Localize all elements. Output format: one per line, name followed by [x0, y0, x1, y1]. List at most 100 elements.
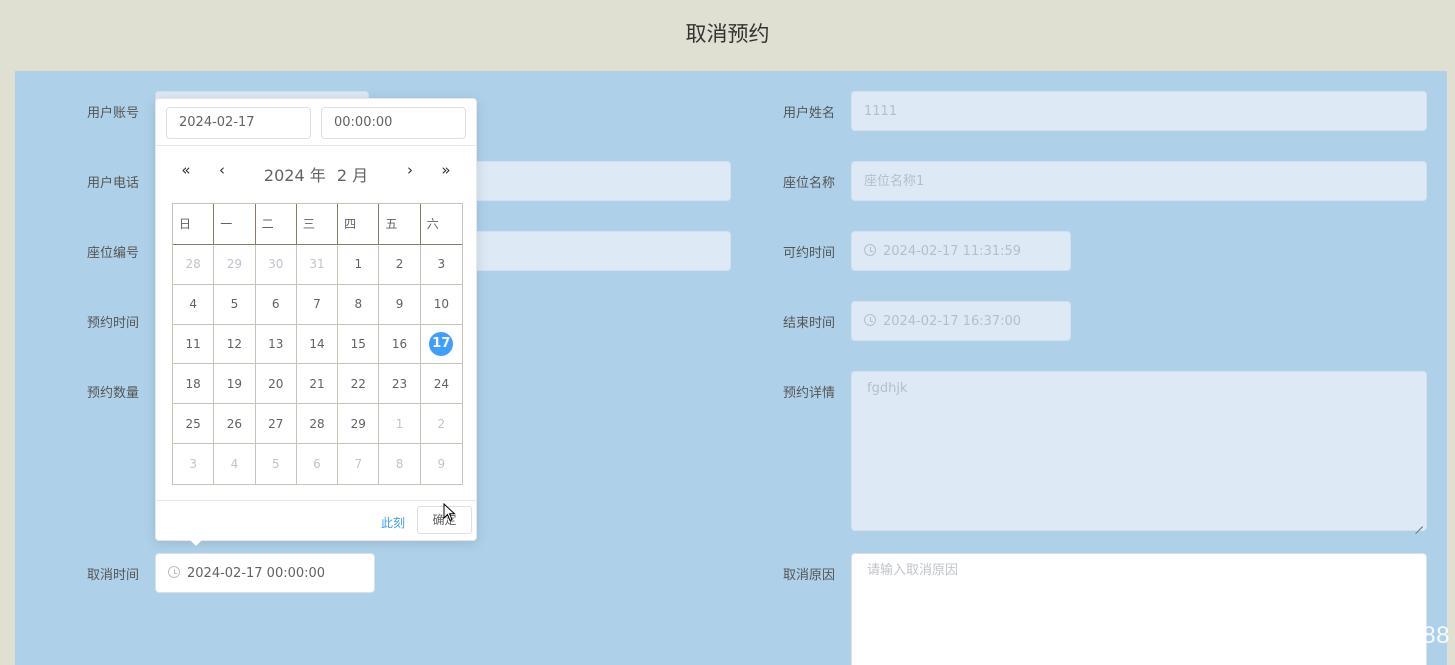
available-time-field[interactable]: 2024-02-17 11:31:59 — [851, 231, 1071, 271]
day-cell[interactable]: 13 — [255, 324, 297, 365]
clock-icon — [864, 244, 876, 256]
day-number: 15 — [350, 337, 366, 352]
now-button[interactable]: 此刻 — [381, 514, 405, 531]
next-year-icon[interactable]: » — [438, 161, 454, 179]
page-title: 取消预约 — [685, 22, 770, 46]
reserve-details-label: 预约详情 — [783, 386, 836, 401]
day-number: 24 — [433, 376, 449, 391]
cancel-time-input[interactable]: 2024-02-17 00:00:00 — [155, 553, 375, 593]
seat-name-field[interactable]: 座位名称1 — [851, 161, 1427, 201]
datetime-picker-popover: 2024-02-17 00:00:00 « ‹ 2024 年 2 月 › » 日… — [155, 98, 477, 541]
end-time-label: 结束时间 — [783, 316, 836, 331]
clock-icon — [864, 314, 876, 326]
user-account-label: 用户账号 — [87, 106, 140, 121]
day-cell[interactable]: 25 — [173, 404, 215, 445]
day-cell[interactable]: 7 — [338, 444, 380, 484]
user-phone-label: 用户电话 — [87, 176, 140, 191]
end-time-field[interactable]: 2024-02-17 16:37:00 — [851, 301, 1071, 341]
day-cell[interactable]: 1 — [338, 245, 380, 285]
picker-date-input[interactable]: 2024-02-17 — [166, 107, 311, 139]
mouse-cursor-icon — [443, 503, 456, 522]
next-month-icon[interactable]: › — [402, 161, 418, 179]
user-name-value: 1111 — [864, 104, 898, 119]
day-cell[interactable]: 29 — [338, 404, 380, 445]
clock-icon — [168, 566, 180, 578]
day-cell[interactable]: 24 — [420, 364, 462, 405]
day-cell[interactable]: 4 — [173, 284, 215, 325]
day-cell[interactable]: 28 — [173, 245, 215, 285]
day-number: 7 — [354, 457, 363, 472]
day-cell[interactable]: 21 — [296, 364, 339, 405]
day-cell[interactable]: 5 — [256, 444, 297, 484]
user-name-field[interactable]: 1111 — [851, 91, 1427, 131]
day-number: 3 — [437, 257, 446, 272]
picker-month-label[interactable]: 2 月 — [337, 166, 368, 185]
day-cell[interactable]: 29 — [214, 245, 256, 285]
weekday-header: 二 — [255, 204, 297, 245]
day-number: 17 — [429, 332, 454, 357]
day-cell[interactable]: 5 — [214, 284, 256, 325]
day-number: 8 — [395, 457, 404, 472]
day-cell[interactable]: 6 — [255, 284, 297, 325]
day-number: 11 — [185, 337, 201, 352]
seat-name-label: 座位名称 — [783, 176, 836, 191]
day-number: 6 — [313, 457, 321, 472]
day-cell[interactable]: 6 — [297, 444, 339, 484]
day-number: 30 — [268, 257, 284, 272]
day-cell[interactable]: 12 — [214, 324, 256, 365]
weekday-header: 四 — [338, 204, 380, 245]
selected-day-cell[interactable]: 17 — [420, 325, 462, 365]
day-cell[interactable]: 3 — [420, 245, 462, 285]
day-number: 10 — [433, 297, 449, 312]
day-number: 20 — [268, 376, 284, 391]
day-number: 28 — [309, 416, 325, 431]
day-cell[interactable]: 30 — [255, 245, 297, 285]
day-cell[interactable]: 26 — [214, 404, 256, 445]
day-cell[interactable]: 27 — [255, 404, 297, 445]
day-cell[interactable]: 28 — [296, 404, 339, 445]
day-cell[interactable]: 2 — [420, 404, 462, 445]
end-time-value: 2024-02-17 16:37:00 — [883, 314, 1022, 329]
day-cell[interactable]: 3 — [173, 444, 215, 484]
day-cell[interactable]: 31 — [296, 245, 339, 285]
day-cell[interactable]: 9 — [421, 444, 462, 484]
day-cell[interactable]: 2 — [379, 245, 421, 285]
day-cell[interactable]: 18 — [173, 364, 215, 405]
day-number: 2 — [395, 257, 404, 272]
day-cell[interactable]: 11 — [173, 324, 215, 365]
weekday-header: 一 — [214, 204, 256, 245]
day-cell[interactable]: 14 — [296, 324, 339, 365]
day-cell[interactable]: 20 — [255, 364, 297, 405]
day-number: 31 — [309, 257, 325, 272]
day-cell[interactable]: 8 — [338, 284, 380, 325]
weekday-header: 日 — [173, 204, 215, 245]
day-cell[interactable]: 15 — [338, 324, 380, 365]
watermark: CSDN @vx_CXKF10088 — [1173, 622, 1450, 649]
weekday-header: 六 — [420, 204, 462, 245]
day-number: 3 — [189, 457, 197, 472]
day-cell[interactable]: 9 — [379, 284, 421, 325]
day-cell[interactable]: 10 — [420, 285, 462, 325]
picker-time-input[interactable]: 00:00:00 — [321, 107, 466, 139]
resize-handle-icon[interactable] — [1413, 517, 1423, 527]
day-cell[interactable]: 22 — [338, 364, 380, 405]
day-number: 18 — [185, 376, 201, 391]
seat-name-value: 座位名称1 — [864, 174, 925, 189]
day-cell[interactable]: 1 — [379, 404, 421, 445]
day-cell[interactable]: 23 — [379, 364, 421, 405]
day-number: 19 — [226, 376, 243, 391]
picker-year-label[interactable]: 2024 年 — [264, 166, 326, 185]
reserve-details-textarea[interactable]: fgdhjk — [851, 371, 1427, 531]
available-time-label: 可约时间 — [783, 246, 836, 261]
day-cell[interactable]: 19 — [214, 364, 256, 405]
day-cell[interactable]: 16 — [379, 324, 421, 365]
day-number: 5 — [271, 457, 280, 472]
day-cell[interactable]: 8 — [379, 444, 421, 484]
day-number: 7 — [313, 297, 321, 312]
day-number: 22 — [350, 376, 366, 391]
day-cell[interactable]: 4 — [214, 444, 256, 484]
day-cell[interactable]: 7 — [296, 284, 339, 325]
day-number: 9 — [395, 297, 404, 312]
seat-number-label: 座位编号 — [87, 246, 140, 261]
day-number: 9 — [437, 457, 446, 472]
